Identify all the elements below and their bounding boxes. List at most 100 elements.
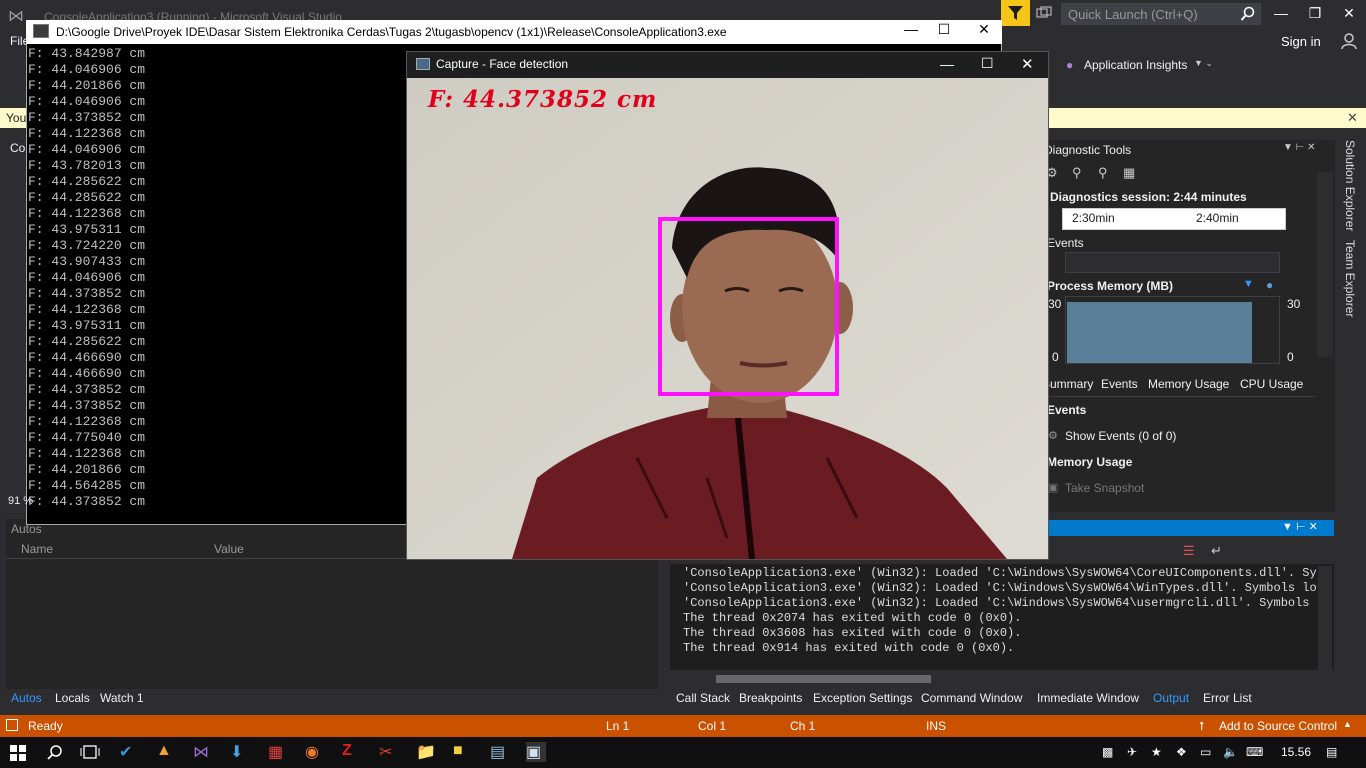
office-app-icon[interactable]: ▦ [268,742,288,762]
console-line: F: 44.046906 cm [28,62,146,77]
close-button[interactable]: ✕ [969,21,999,43]
clock-time[interactable]: 15.56 [1281,745,1311,759]
search-icon [1240,6,1255,21]
autos-column-value[interactable]: Value [214,542,244,556]
z-app-icon[interactable]: Z [342,742,362,762]
tab-memory-usage[interactable]: Memory Usage [1148,377,1229,391]
tab-exception-settings[interactable]: Exception Settings [813,691,912,705]
keyboard-icon[interactable]: ⌨ [1246,745,1263,759]
divider [1040,396,1315,397]
console-line: F: 44.046906 cm [28,270,146,285]
tab-breakpoints[interactable]: Breakpoints [739,691,802,705]
tab-events[interactable]: Events [1101,377,1138,391]
tab-immediate-window[interactable]: Immediate Window [1037,691,1139,705]
download-app-icon[interactable]: ⬇ [230,742,250,762]
dropbox-icon[interactable]: ❖ [1176,745,1187,759]
capture-app-icon [416,58,430,70]
console-line: F: 44.564285 cm [28,478,146,493]
process-memory-label: Process Memory (MB) [1047,279,1174,293]
search-icon[interactable] [47,744,63,760]
matlab-icon[interactable]: ▲ [156,742,176,762]
tab-summary[interactable]: Summary [1042,377,1093,391]
action-center-icon[interactable]: ▤ [1326,745,1337,759]
zoom-out-icon[interactable]: ⚲ [1098,165,1108,181]
word-wrap-icon[interactable]: ↵ [1211,543,1222,559]
clear-all-icon[interactable]: ☰ [1183,543,1195,559]
memory-axis-min: 0 [1287,350,1294,364]
console-line: F: 44.122368 cm [28,414,146,429]
memory-axis-max: 30 [1048,297,1062,311]
output-line: The thread 0x3608 has exited with code 0… [683,626,1022,640]
maximize-button[interactable]: ☐ [929,21,959,43]
display-icon[interactable]: ▩ [1102,745,1113,759]
scrollbar[interactable] [1317,172,1333,357]
console-line: F: 44.285622 cm [28,334,146,349]
zoom-level: 91 % [8,495,34,507]
take-snapshot-button[interactable]: Take Snapshot [1065,481,1144,495]
network-icon[interactable]: ★ [1151,745,1162,759]
task-view-icon[interactable] [80,744,100,760]
tab-command-window[interactable]: Command Window [921,691,1022,705]
tab-autos[interactable]: Autos [11,691,42,705]
application-insights-button[interactable]: Application Insights [1084,58,1187,72]
volume-icon[interactable]: 🔈 [1223,745,1238,759]
reset-zoom-icon[interactable]: ▦ [1123,165,1135,181]
arrow-up-icon: ⭡ [1199,719,1205,733]
close-button[interactable]: ✕ [1332,0,1366,26]
show-events-link[interactable]: Show Events (0 of 0) [1065,429,1176,443]
diagnostic-tools-title: Diagnostic Tools [1044,143,1132,157]
feedback-icon[interactable] [1036,6,1054,22]
airplane-icon[interactable]: ✈ [1127,745,1137,759]
panel-controls[interactable]: ▼ ⊢ ✕ [1282,520,1318,533]
console-line: F: 44.201866 cm [28,78,146,93]
windows-start-icon[interactable] [10,745,26,761]
minimize-button[interactable]: — [896,21,926,43]
gc-marker-icon: ● [1266,278,1274,292]
tab-call-stack[interactable]: Call Stack [676,691,730,705]
console-line: F: 44.775040 cm [28,430,146,445]
panel-controls[interactable]: ▼ ⊢ ✕ [1283,142,1316,153]
console-line: F: 44.373852 cm [28,382,146,397]
tab-cpu-usage[interactable]: CPU Usage [1240,377,1303,391]
tab-error-list[interactable]: Error List [1203,691,1252,705]
capture-app-taskbar-icon[interactable]: ▣ [526,742,546,762]
todo-app-icon[interactable]: ✔ [119,742,139,762]
battery-icon[interactable]: ▭ [1200,745,1211,759]
scrollbar-thumb[interactable] [716,675,931,683]
chevron-down-icon[interactable]: ▼ ⌄ [1194,58,1213,69]
sign-in-link[interactable]: Sign in [1281,34,1321,49]
visual-studio-icon[interactable]: ⋈ [193,742,213,762]
vertical-scrollbar[interactable] [1318,566,1332,670]
side-tab-team-explorer[interactable]: Team Explorer [1343,240,1357,317]
account-icon[interactable] [1340,32,1358,50]
console-line: F: 43.907433 cm [28,254,146,269]
sticky-notes-icon[interactable]: ■ [453,742,473,762]
minimize-button[interactable]: — [1264,0,1298,26]
timeline-tick: 2:40min [1196,211,1239,225]
quick-launch-placeholder: Quick Launch (Ctrl+Q) [1068,7,1198,22]
notification-filter-button[interactable] [1001,0,1030,26]
chevron-up-icon[interactable]: ▲ [1343,719,1352,729]
quick-launch-input[interactable]: Quick Launch (Ctrl+Q) [1061,3,1261,25]
snipping-tool-icon[interactable]: ✂ [379,742,399,762]
console-line: F: 44.466690 cm [28,366,146,381]
maximize-button[interactable]: ☐ [981,55,994,72]
zoom-in-icon[interactable]: ⚲ [1072,165,1082,181]
tab-output[interactable]: Output [1153,691,1189,705]
close-button[interactable]: ✕ [1021,55,1034,73]
tab-watch-1[interactable]: Watch 1 [100,691,144,705]
notepad-icon[interactable]: ▤ [490,742,510,762]
events-track-label: Events [1047,236,1084,250]
autos-column-name[interactable]: Name [21,542,53,556]
console-line: F: 43.975311 cm [28,222,146,237]
file-explorer-icon[interactable]: 📁 [416,742,436,762]
close-icon[interactable]: ✕ [1347,110,1358,126]
tab-locals[interactable]: Locals [55,691,90,705]
minimize-button[interactable]: — [940,56,954,72]
add-to-source-control-button[interactable]: Add to Source Control [1219,719,1337,733]
side-tab-solution-explorer[interactable]: Solution Explorer [1343,140,1357,231]
status-icon [6,719,18,731]
firefox-icon[interactable]: ◉ [305,742,325,762]
timeline-tick: 2:30min [1072,211,1115,225]
restore-button[interactable]: ❐ [1298,0,1332,26]
